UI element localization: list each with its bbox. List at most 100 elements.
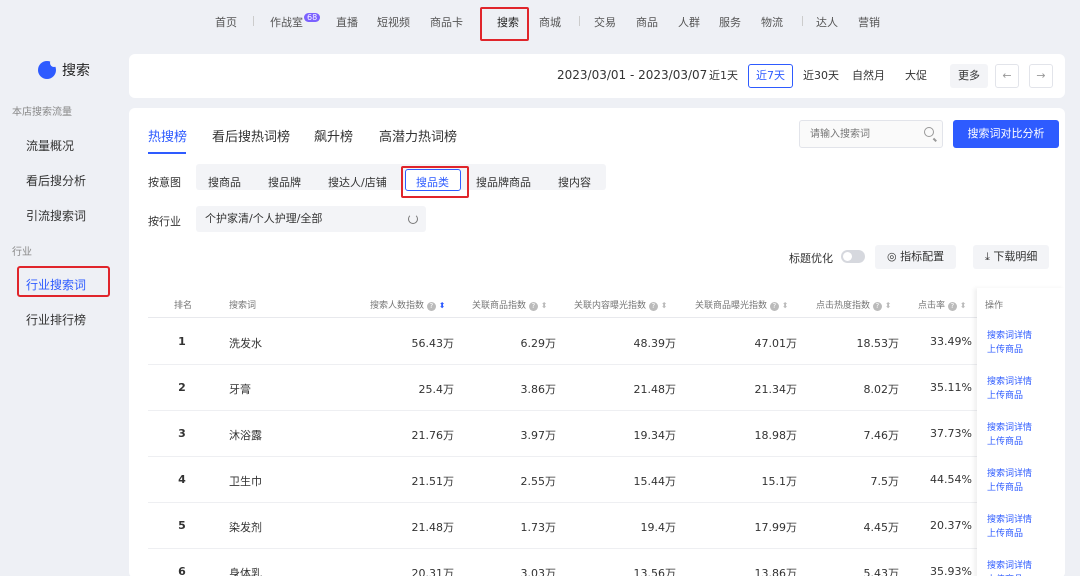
sidebar-item-industry-keywords[interactable]: 行业搜索词 — [26, 276, 86, 293]
intent-label: 按意图 — [148, 176, 181, 189]
keyword-detail-link[interactable]: 搜索词详情 — [987, 328, 1032, 341]
tab-underline — [148, 152, 186, 154]
col-click-heat[interactable]: 点击热度指数 ? ⬍ — [816, 298, 891, 311]
nav-item-audience[interactable]: 人群 — [678, 14, 700, 30]
nav-item-live[interactable]: 直播 — [336, 14, 358, 30]
sidebar-item-traffic-keywords[interactable]: 引流搜索词 — [26, 207, 86, 224]
search-box — [799, 120, 943, 148]
cell-content-exposure: 13.56万 — [633, 567, 677, 576]
nav-badge: 68 — [304, 13, 321, 22]
help-icon: ? — [872, 302, 882, 311]
keyword-detail-link[interactable]: 搜索词详情 — [987, 558, 1032, 571]
metric-config-button[interactable]: ◎ 指标配置 — [875, 245, 957, 269]
date-filter-bar: 2023/03/01 - 2023/03/07 近1天 近7天 近30天 自然月… — [129, 54, 1065, 98]
cell-ctr: 37.73% — [930, 427, 972, 440]
nav-item-trade[interactable]: 交易 — [594, 14, 616, 30]
intent-influencer-store[interactable]: 搜达人/店铺 — [328, 174, 387, 190]
nav-item-marketing[interactable]: 营销 — [858, 14, 880, 30]
nav-item-short-video[interactable]: 短视频 — [377, 14, 410, 30]
nav-item-warroom-label: 作战室 — [270, 16, 303, 29]
keyword-detail-link[interactable]: 搜索词详情 — [987, 466, 1032, 479]
download-button[interactable]: ⤓ 下载明细 — [973, 245, 1050, 269]
nav-item-warroom[interactable]: 作战室 68 — [270, 13, 321, 30]
cell-ctr: 33.49% — [930, 335, 972, 348]
keyword-detail-link[interactable]: 搜索词详情 — [987, 420, 1032, 433]
title-optimize-toggle[interactable] — [841, 250, 865, 263]
date-month-button[interactable]: 自然月 — [844, 64, 893, 88]
industry-select[interactable]: 个护家清/个人护理/全部 — [196, 206, 426, 232]
intent-product[interactable]: 搜商品 — [208, 174, 241, 190]
sidebar-item-after-view-search[interactable]: 看后搜分析 — [26, 172, 86, 189]
col-content-exposure[interactable]: 关联内容曝光指数 ? ⬍ — [574, 298, 667, 311]
date-1d-button[interactable]: 近1天 — [701, 64, 746, 88]
sort-icon[interactable]: ⬍ — [960, 301, 967, 310]
refresh-icon[interactable] — [408, 214, 418, 224]
upload-product-link[interactable]: 上传商品 — [987, 480, 1023, 493]
tab-rising[interactable]: 飙升榜 — [314, 126, 353, 145]
upload-product-link[interactable]: 上传商品 — [987, 342, 1023, 355]
nav-item-product-card[interactable]: 商品卡 — [430, 14, 463, 30]
tab-hot-search[interactable]: 热搜榜 — [148, 126, 187, 145]
intent-content[interactable]: 搜内容 — [558, 174, 591, 190]
col-product-exposure[interactable]: 关联商品曝光指数 ? ⬍ — [695, 298, 788, 311]
keyword-detail-link[interactable]: 搜索词详情 — [987, 374, 1032, 387]
col-search-users[interactable]: 搜索人数指数 ? ⬍ — [370, 298, 445, 311]
nav-item-service[interactable]: 服务 — [719, 14, 741, 30]
col-click-heat-label: 点击热度指数 — [816, 301, 871, 311]
cell-keyword: 卫生巾 — [229, 475, 262, 488]
cell-related-products: 3.03万 — [520, 567, 557, 576]
cell-search-users: 20.31万 — [411, 567, 455, 576]
row-divider — [148, 364, 1059, 365]
help-icon: ? — [426, 302, 436, 311]
date-7d-button[interactable]: 近7天 — [748, 64, 793, 88]
industry-value: 个护家清/个人护理/全部 — [205, 212, 323, 225]
sort-icon[interactable]: ⬍ — [661, 301, 668, 310]
nav-item-search[interactable]: 搜索 — [497, 14, 519, 30]
upload-product-link[interactable]: 上传商品 — [987, 526, 1023, 539]
cell-keyword: 身体乳 — [229, 567, 262, 576]
date-range[interactable]: 2023/03/01 - 2023/03/07 — [557, 68, 707, 82]
title-optimize-label: 标题优化 — [789, 252, 833, 265]
nav-item-influencer[interactable]: 达人 — [816, 14, 838, 30]
search-icon[interactable] — [924, 127, 934, 137]
logo-text: 搜索 — [62, 63, 90, 79]
settings-icon: ◎ — [887, 250, 901, 263]
intent-brand[interactable]: 搜品牌 — [268, 174, 301, 190]
col-related-products[interactable]: 关联商品指数 ? ⬍ — [472, 298, 547, 311]
cell-ctr: 44.54% — [930, 473, 972, 486]
intent-category[interactable]: 搜品类 — [416, 174, 449, 190]
intent-brand-product[interactable]: 搜品牌商品 — [476, 174, 531, 190]
date-30d-button[interactable]: 近30天 — [795, 64, 847, 88]
tab-high-potential[interactable]: 高潜力热词榜 — [379, 126, 457, 145]
col-rank: 排名 — [174, 301, 193, 311]
nav-item-goods[interactable]: 商品 — [636, 14, 658, 30]
help-icon: ? — [528, 302, 538, 311]
cell-search-users: 21.76万 — [411, 429, 455, 442]
upload-product-link[interactable]: 上传商品 — [987, 572, 1023, 576]
sidebar-item-traffic-overview[interactable]: 流量概况 — [26, 137, 74, 154]
nav-item-mall[interactable]: 商城 — [539, 14, 561, 30]
sort-icon[interactable]: ⬍ — [439, 301, 446, 310]
col-ctr[interactable]: 点击率 ? ⬍ — [918, 298, 966, 311]
sort-icon[interactable]: ⬍ — [541, 301, 548, 310]
sort-icon[interactable]: ⬍ — [782, 301, 789, 310]
col-operations: 操作 — [985, 301, 1004, 311]
upload-product-link[interactable]: 上传商品 — [987, 434, 1023, 447]
sidebar-item-industry-ranking[interactable]: 行业排行榜 — [26, 311, 86, 328]
compare-analysis-button[interactable]: 搜索词对比分析 — [953, 120, 1059, 148]
cell-search-users: 21.51万 — [411, 475, 455, 488]
nav-item-logistics[interactable]: 物流 — [761, 14, 783, 30]
col-related-products-label: 关联商品指数 — [472, 301, 527, 311]
col-content-exposure-label: 关联内容曝光指数 — [574, 301, 647, 311]
prev-arrow-icon[interactable]: ← — [995, 64, 1019, 88]
date-promo-button[interactable]: 大促 — [897, 64, 935, 88]
keyword-detail-link[interactable]: 搜索词详情 — [987, 512, 1032, 525]
tab-after-view-hot[interactable]: 看后搜热词榜 — [212, 126, 290, 145]
more-button[interactable]: 更多 — [950, 64, 988, 88]
next-arrow-icon[interactable]: → — [1029, 64, 1053, 88]
nav-item-home[interactable]: 首页 — [215, 14, 237, 30]
upload-product-link[interactable]: 上传商品 — [987, 388, 1023, 401]
cell-rank: 2 — [178, 381, 186, 394]
search-input[interactable] — [800, 121, 910, 147]
sort-icon[interactable]: ⬍ — [885, 301, 892, 310]
